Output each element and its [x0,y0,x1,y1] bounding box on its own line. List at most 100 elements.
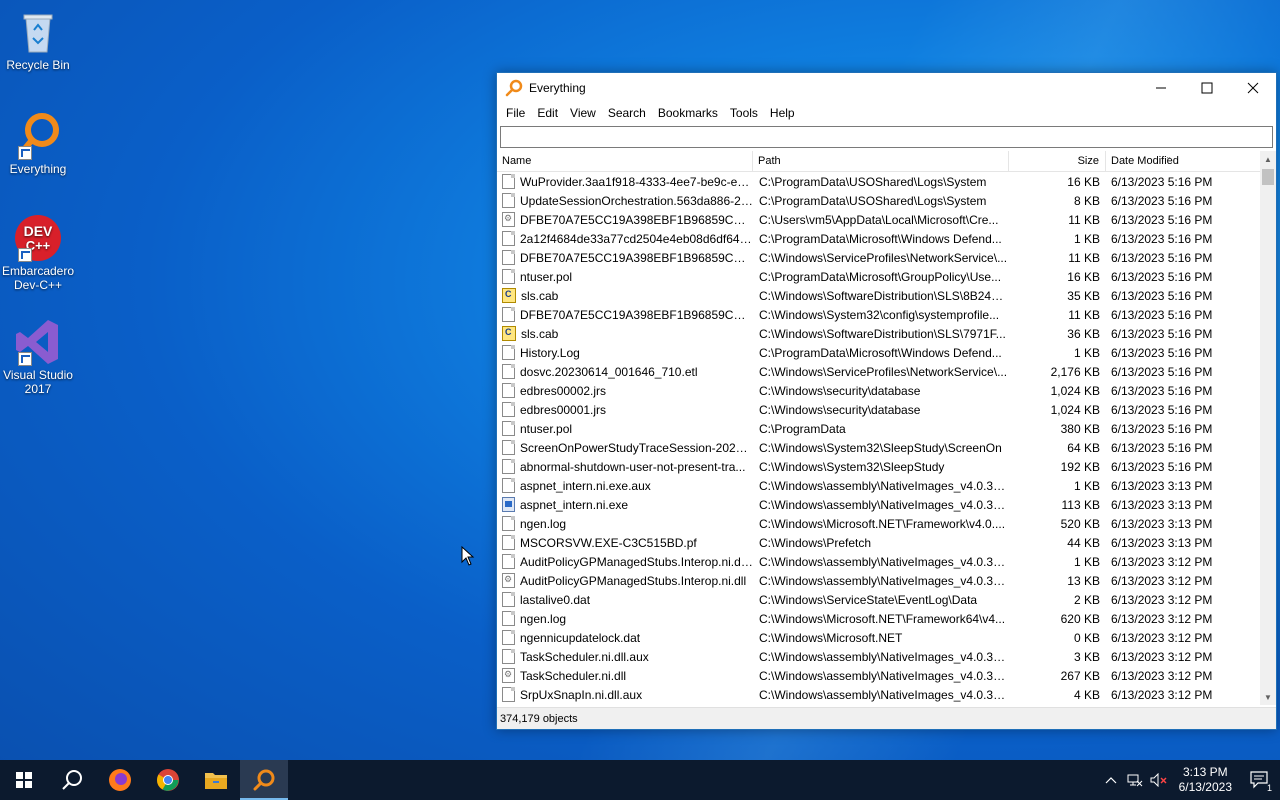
volume-button[interactable] [1147,760,1171,800]
table-row[interactable]: 2a12f4684de33a77cd2504e4eb08d6df649b... C… [497,229,1260,248]
results-rows: WuProvider.3aa1f918-4333-4ee7-be9c-e5a..… [497,172,1260,704]
file-name: TaskScheduler.ni.dll.aux [520,649,649,664]
file-doc-icon [502,535,515,550]
column-size-header[interactable]: Size [1009,151,1106,171]
table-row[interactable]: sls.cab C:\Windows\SoftwareDistribution\S… [497,324,1260,343]
column-date-header[interactable]: Date Modified ⌄ [1106,151,1260,171]
file-name: ntuser.pol [520,421,573,436]
vertical-scrollbar[interactable]: ▲ ▼ [1260,151,1276,705]
menu-view[interactable]: View [564,106,602,120]
table-row[interactable]: AuditPolicyGPManagedStubs.Interop.ni.dl.… [497,552,1260,571]
table-row[interactable]: TaskScheduler.ni.dll C:\Windows\assembly\… [497,666,1260,685]
search-input[interactable] [501,127,1272,145]
show-hidden-icons-button[interactable] [1099,760,1123,800]
chrome-icon [157,769,179,791]
cell-name: edbres00001.jrs [497,402,753,417]
file-date-modified: 6/13/2023 3:12 PM [1111,668,1213,683]
cell-name: sls.cab [497,288,753,303]
folder-icon [205,773,227,789]
table-row[interactable]: ScreenOnPowerStudyTraceSession-2023-0...… [497,438,1260,457]
taskbar-clock[interactable]: 3:13 PM 6/13/2023 [1171,765,1240,795]
table-row[interactable]: AuditPolicyGPManagedStubs.Interop.ni.dll… [497,571,1260,590]
taskbar-firefox[interactable] [96,760,144,800]
action-center-button[interactable]: 1 [1240,760,1280,800]
menu-file[interactable]: File [500,106,531,120]
table-row[interactable]: ntuser.pol C:\ProgramData 380 KB 6/13/2023 … [497,419,1260,438]
table-row[interactable]: aspnet_intern.ni.exe.aux C:\Windows\assem… [497,476,1260,495]
file-date-modified: 6/13/2023 5:16 PM [1111,212,1213,227]
table-row[interactable]: TaskScheduler.ni.dll.aux C:\Windows\assem… [497,647,1260,666]
file-size: 11 KB [1068,212,1100,227]
table-row[interactable]: edbres00001.jrs C:\Windows\security\datab… [497,400,1260,419]
table-row[interactable]: lastalive0.dat C:\Windows\ServiceState\Ev… [497,590,1260,609]
menu-search[interactable]: Search [602,106,652,120]
taskbar-everything[interactable] [240,760,288,800]
cell-name: History.Log [497,345,753,360]
file-path: C:\ProgramData [759,421,846,436]
column-name-header[interactable]: Name [497,151,753,171]
menu-edit[interactable]: Edit [531,106,564,120]
taskbar-file-explorer[interactable] [192,760,240,800]
recycle-bin-icon [14,8,62,56]
table-row[interactable]: aspnet_intern.ni.exe C:\Windows\assembly\… [497,495,1260,514]
table-row[interactable]: UpdateSessionOrchestration.563da886-21..… [497,191,1260,210]
scroll-down-icon[interactable]: ▼ [1260,689,1276,705]
file-path: C:\ProgramData\USOShared\Logs\System [759,193,987,208]
file-path: C:\Users\vm5\AppData\Local\Microsoft\Cre… [759,212,999,227]
taskbar-search-button[interactable] [48,760,96,800]
file-size: 380 KB [1060,421,1100,436]
maximize-button[interactable] [1184,73,1230,103]
taskbar-chrome[interactable] [144,760,192,800]
minimize-button[interactable] [1138,73,1184,103]
column-path-header[interactable]: Path [753,151,1009,171]
table-row[interactable]: MSCORSVW.EXE-C3C515BD.pf C:\Windows\Prefe… [497,533,1260,552]
desktop-icon-recycle-bin[interactable]: Recycle Bin [0,8,76,72]
file-name: AuditPolicyGPManagedStubs.Interop.ni.dl.… [520,554,753,569]
file-doc-icon [502,440,515,455]
network-button[interactable] [1123,760,1147,800]
file-dll-icon [502,212,515,227]
table-row[interactable]: abnormal-shutdown-user-not-present-tra..… [497,457,1260,476]
table-row[interactable]: edbres00002.jrs C:\Windows\security\datab… [497,381,1260,400]
file-date-modified: 6/13/2023 5:16 PM [1111,459,1213,474]
file-date-modified: 6/13/2023 3:13 PM [1111,497,1213,512]
file-path: C:\Windows\Prefetch [759,535,872,550]
file-path: C:\Windows\assembly\NativeImages_v4.0.30… [759,478,1009,493]
scroll-up-icon[interactable]: ▲ [1260,151,1276,167]
menu-help[interactable]: Help [764,106,801,120]
desktop-icon-devcpp[interactable]: DEV C++ Embarcadero Dev-C++ [0,214,76,292]
menu-tools[interactable]: Tools [724,106,764,120]
file-doc-icon [502,649,515,664]
table-row[interactable]: ntuser.pol C:\ProgramData\Microsoft\Group… [497,267,1260,286]
table-row[interactable]: SrpUxSnapIn.ni.dll.aux C:\Windows\assembl… [497,685,1260,704]
start-button[interactable] [0,760,48,800]
file-date-modified: 6/13/2023 3:13 PM [1111,516,1213,531]
table-row[interactable]: DFBE70A7E5CC19A398EBF1B96859CE5D C:\Windo… [497,305,1260,324]
file-name: TaskScheduler.ni.dll [520,668,627,683]
table-row[interactable]: DFBE70A7E5CC19A398EBF1B96859CE5D C:\Users… [497,210,1260,229]
table-row[interactable]: History.Log C:\ProgramData\Microsoft\Wind… [497,343,1260,362]
desktop-icon-everything[interactable]: Everything [0,112,76,176]
table-row[interactable]: ngen.log C:\Windows\Microsoft.NET\Framewo… [497,514,1260,533]
table-row[interactable]: ngen.log C:\Windows\Microsoft.NET\Framewo… [497,609,1260,628]
file-name: ngen.log [520,516,567,531]
file-size: 520 KB [1060,516,1100,531]
menu-bookmarks[interactable]: Bookmarks [652,106,724,120]
table-row[interactable]: dosvc.20230614_001646_710.etl C:\Windows\… [497,362,1260,381]
scrollbar-thumb[interactable] [1262,169,1274,185]
mouse-cursor-icon [461,546,475,566]
file-name: ngennicupdatelock.dat [520,630,641,645]
file-exe-icon [502,497,515,512]
table-row[interactable]: ngennicupdatelock.dat C:\Windows\Microsof… [497,628,1260,647]
table-row[interactable]: DFBE70A7E5CC19A398EBF1B96859CE5D C:\Windo… [497,248,1260,267]
table-row[interactable]: sls.cab C:\Windows\SoftwareDistribution\S… [497,286,1260,305]
window-titlebar[interactable]: Everything [497,73,1276,103]
desktop-icon-visual-studio[interactable]: Visual Studio 2017 [0,318,76,396]
file-date-modified: 6/13/2023 5:16 PM [1111,307,1213,322]
close-button[interactable] [1230,73,1276,103]
table-row[interactable]: WuProvider.3aa1f918-4333-4ee7-be9c-e5a..… [497,172,1260,191]
file-path: C:\Windows\assembly\NativeImages_v4.0.30… [759,573,1009,588]
file-date-modified: 6/13/2023 3:13 PM [1111,478,1213,493]
everything-icon [14,112,62,160]
file-path: C:\Windows\assembly\NativeImages_v4.0.30… [759,668,1009,683]
